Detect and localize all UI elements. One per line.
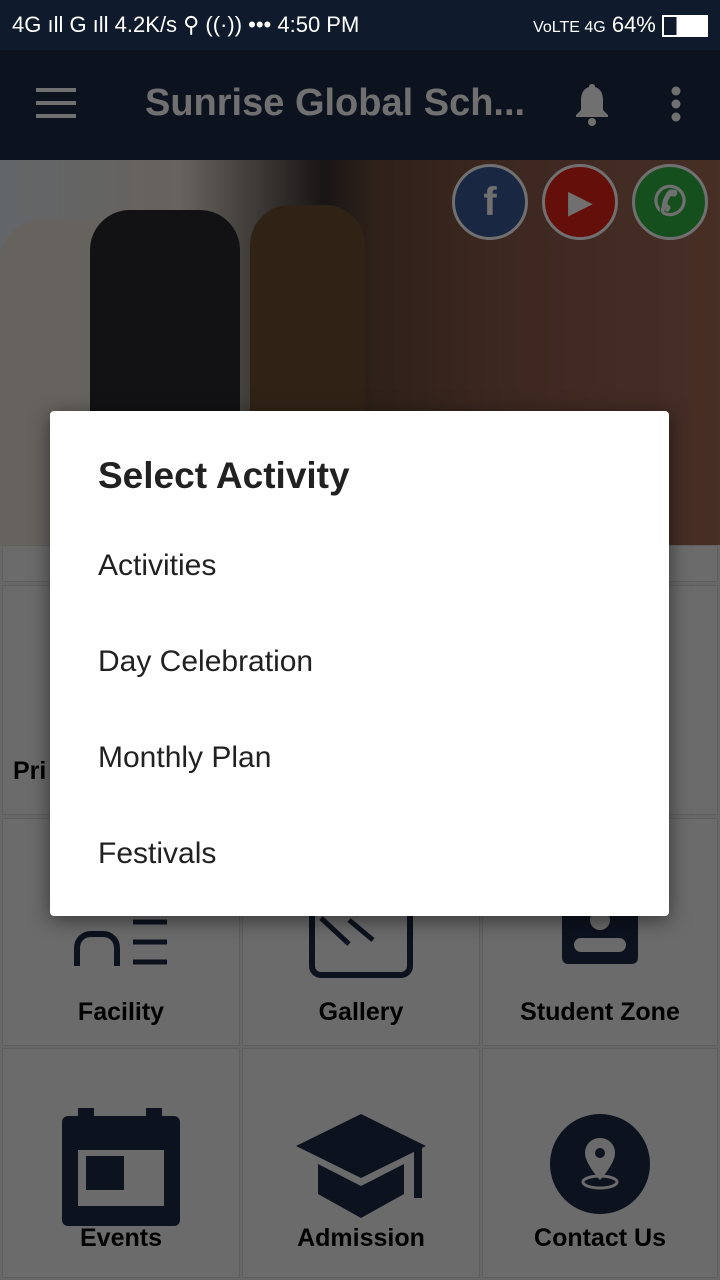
menu-icon[interactable] (36, 88, 76, 118)
grid-label: Pri (13, 757, 47, 785)
id-card-icon (562, 908, 638, 964)
gallery-icon (309, 908, 413, 978)
facebook-icon[interactable]: f (452, 164, 528, 240)
status-time: 4:50 PM (277, 12, 360, 37)
whatsapp-icon[interactable]: ✆ (632, 164, 708, 240)
location-pin-icon (550, 1114, 650, 1214)
battery-level: 64% (611, 12, 656, 37)
graduation-cap-icon (296, 1114, 426, 1218)
more-vert-icon[interactable] (670, 86, 682, 122)
grid-label: Contact Us (534, 1224, 666, 1252)
grid-label: Student Zone (520, 998, 680, 1026)
grid-label: Gallery (318, 998, 404, 1026)
grid-label: Events (80, 1224, 162, 1252)
grid-label: Admission (297, 1224, 425, 1252)
battery-icon (662, 15, 708, 38)
option-day-celebration[interactable]: Day Celebration (98, 632, 638, 692)
grid-item-contact-us[interactable]: Contact Us (482, 1048, 718, 1278)
option-festivals[interactable]: Festivals (98, 824, 638, 884)
status-bar: 4G ıll G ıll 4.2K/s ⚲ ((·)) ••• 4:50 PM … (0, 0, 720, 50)
network-indicator: VoLTE 4G (533, 19, 606, 36)
select-activity-dialog: Select Activity Activities Day Celebrati… (50, 411, 669, 916)
grid-label: Facility (77, 998, 165, 1026)
option-activities[interactable]: Activities (98, 536, 638, 596)
app-title: Sunrise Global Sch... (145, 82, 526, 124)
bell-icon[interactable] (574, 82, 610, 126)
youtube-icon[interactable]: ▶ (542, 164, 618, 240)
calendar-icon (62, 1108, 180, 1226)
grid-item-events[interactable]: Events (2, 1048, 240, 1278)
status-left: 4G ıll G ıll 4.2K/s ⚲ ((·)) ••• (12, 12, 278, 37)
grid-item-admission[interactable]: Admission (242, 1048, 480, 1278)
facility-icon (74, 919, 167, 966)
dialog-title: Select Activity (98, 455, 350, 496)
option-monthly-plan[interactable]: Monthly Plan (98, 728, 638, 788)
app-bar: Sunrise Global Sch... (0, 50, 720, 160)
